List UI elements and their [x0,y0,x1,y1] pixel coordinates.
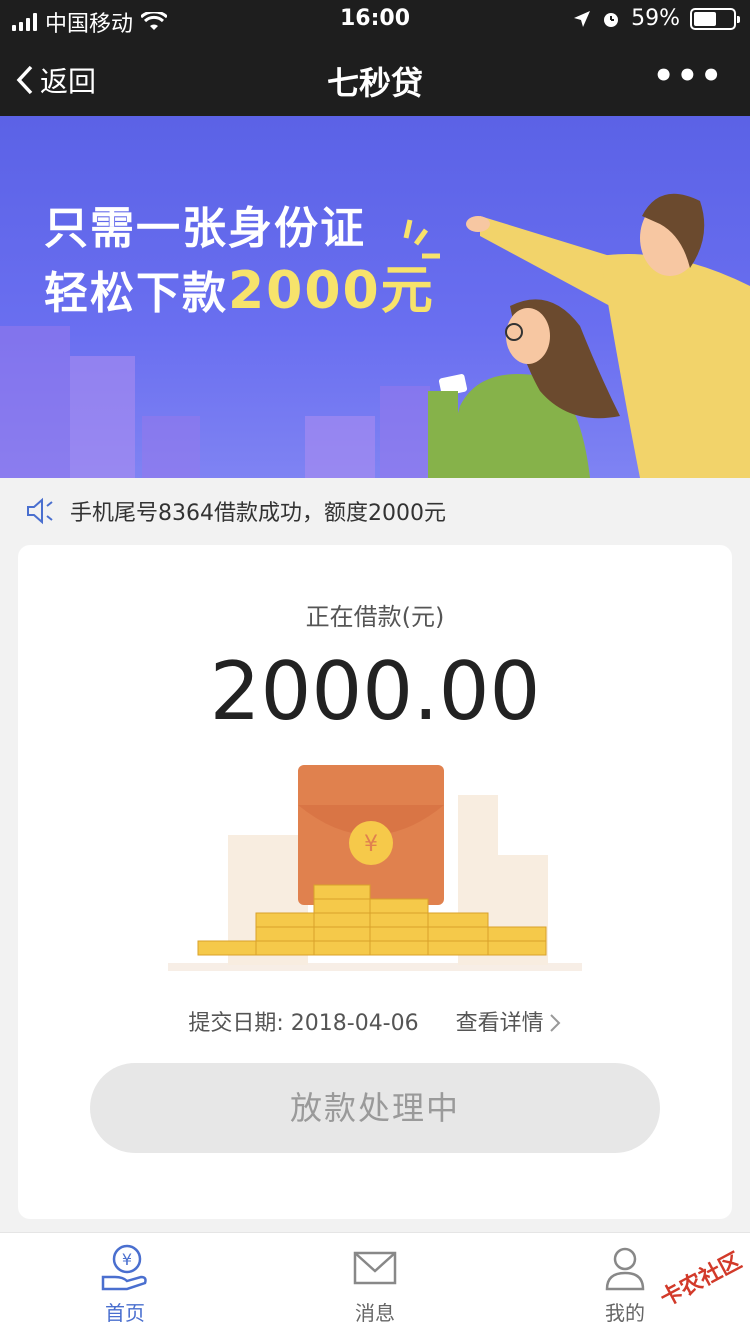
building-shape [142,416,200,478]
view-details-label: 查看详情 [455,1011,544,1036]
more-button[interactable]: ••• [653,56,724,96]
nav-bar: 返回 七秒贷 ••• [0,40,750,116]
battery-icon [690,7,740,30]
loan-card: 正在借款(元) 2000.00 ¥ 提交日期: 2018-04-06 查看详情 … [18,545,732,1219]
red-envelope-coins-illustration: ¥ [168,765,582,971]
mail-icon [353,1251,397,1285]
tab-bar: ¥ 首页 消息 我的 [0,1232,750,1334]
loan-label: 正在借款(元) [305,603,445,631]
chevron-right-icon [549,1014,561,1032]
status-bar: 中国移动 16:00 59% [0,0,750,40]
banner-subheadline: 轻松下款2000元 [44,248,435,323]
location-arrow-icon [574,10,591,27]
page-title: 七秒贷 [326,64,423,102]
people-illustration [428,193,750,478]
tab-home[interactable]: ¥ 首页 [0,1233,250,1334]
notice-text: 手机尾号8364借款成功，额度2000元 [70,501,446,526]
user-icon [605,1247,645,1291]
promo-banner[interactable]: 只需一张身份证 轻松下款2000元 [0,116,750,478]
svg-text:¥: ¥ [122,1250,132,1269]
view-details-link[interactable]: 查看详情 [456,1011,562,1036]
top-bar: 中国移动 16:00 59% 返回 七秒贷 ••• [0,0,750,116]
building-shape [70,356,135,478]
speaker-icon [27,497,53,525]
submit-date: 提交日期: 2018-04-06 [188,1011,419,1036]
tab-messages-label: 消息 [355,1301,395,1325]
home-yen-icon: ¥ [101,1244,147,1291]
loan-amount: 2000.00 [209,645,541,738]
building-shape [0,326,70,478]
banner-subheadline-text: 轻松下款 [44,268,228,319]
alarm-icon [604,12,619,27]
tab-messages[interactable]: 消息 [250,1233,500,1334]
banner-headline: 只需一张身份证 [44,203,366,254]
notice-bar: 手机尾号8364借款成功，额度2000元 [0,478,750,544]
battery-percent: 59% [631,6,680,31]
loan-meta: 提交日期: 2018-04-06 查看详情 [18,1005,732,1037]
building-shape [305,416,375,478]
tab-home-label: 首页 [105,1301,145,1325]
tab-mine-label: 我的 [605,1301,645,1325]
disbursement-status-button[interactable]: 放款处理中 [90,1063,660,1153]
svg-text:¥: ¥ [364,832,378,857]
